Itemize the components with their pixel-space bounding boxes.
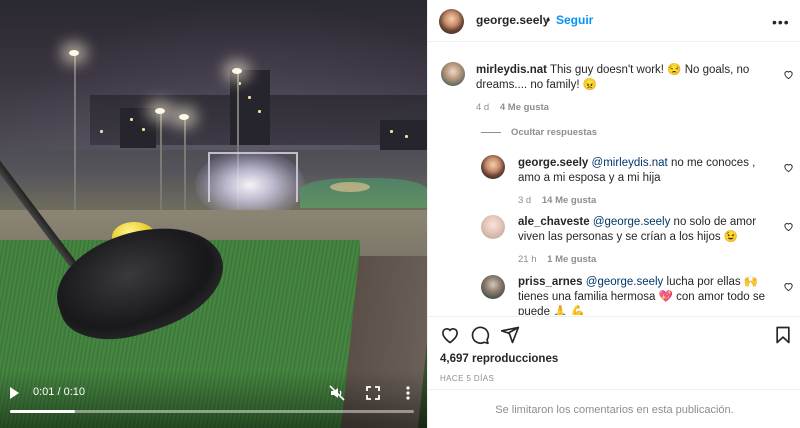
reply-mention[interactable]: @george.seely <box>586 276 664 288</box>
reply-avatar[interactable] <box>481 215 505 239</box>
reply-likes[interactable]: 1 Me gusta <box>547 254 596 265</box>
like-reply-icon[interactable] <box>783 281 794 292</box>
author-username[interactable]: george.seely <box>476 13 549 27</box>
window-light <box>258 110 261 113</box>
reply-avatar[interactable] <box>481 275 505 299</box>
light-pole <box>184 118 186 213</box>
video-timecode: 0:01 / 0:10 <box>33 386 85 398</box>
replies-divider-line <box>481 132 501 133</box>
reply-meta: 3 d 14 Me gusta <box>518 195 596 206</box>
share-paper-plane-icon[interactable] <box>500 325 520 345</box>
window-light <box>130 118 133 121</box>
comment-age: 4 d <box>476 102 490 113</box>
floodlight <box>155 108 165 114</box>
reply-age: 3 d <box>518 195 532 206</box>
reply-username[interactable]: priss_arnes <box>518 276 583 288</box>
comment-body: mirleydis.nat This guy doesn't work! 😒 N… <box>476 63 766 93</box>
follow-button[interactable]: Seguir <box>556 13 593 27</box>
sand-bunker <box>330 182 370 192</box>
window-light <box>142 128 145 131</box>
reply-username[interactable]: george.seely <box>518 157 588 169</box>
reply-meta: 21 h 1 Me gusta <box>518 254 596 265</box>
video-building <box>380 120 427 150</box>
comment-username[interactable]: mirleydis.nat <box>476 64 547 76</box>
reply-body: ale_chaveste @george.seely no solo de am… <box>518 215 770 245</box>
mute-icon[interactable] <box>329 385 345 401</box>
video-building <box>120 108 156 148</box>
window-light <box>405 135 408 138</box>
video-controls <box>0 370 427 428</box>
reply-mention[interactable]: @mirleydis.nat <box>592 157 668 169</box>
like-reply-icon[interactable] <box>783 162 794 173</box>
comments-limited-text: Se limitaron los comentarios en esta pub… <box>495 404 734 416</box>
post-header: george.seely • Seguir ••• <box>428 0 800 42</box>
more-options-icon[interactable]: ••• <box>772 14 790 30</box>
reply-username[interactable]: ale_chaveste <box>518 216 590 228</box>
window-light <box>390 130 393 133</box>
window-light <box>100 130 103 133</box>
commenter-avatar[interactable] <box>441 62 465 86</box>
header-separator: • <box>546 13 551 27</box>
play-icon[interactable] <box>10 387 19 399</box>
post-side-panel: george.seely • Seguir ••• mirleydis.nat … <box>427 0 800 428</box>
floodlight <box>69 50 79 56</box>
floodlight <box>179 114 189 120</box>
post-timestamp: HACE 5 DÍAS <box>440 374 495 383</box>
reply-mention[interactable]: @george.seely <box>593 216 671 228</box>
post-actions <box>428 316 800 352</box>
comments-list: mirleydis.nat This guy doesn't work! 😒 N… <box>428 43 800 315</box>
reply-likes[interactable]: 14 Me gusta <box>542 195 596 206</box>
window-light <box>248 96 251 99</box>
video-more-icon[interactable] <box>400 385 416 401</box>
video-progress-bar[interactable] <box>10 410 414 413</box>
fullscreen-icon[interactable] <box>365 385 381 401</box>
light-pole <box>160 112 162 212</box>
comment-likes[interactable]: 4 Me gusta <box>500 102 549 113</box>
hide-replies-button[interactable]: Ocultar respuestas <box>511 127 597 138</box>
floodlight <box>232 68 242 74</box>
reply-avatar[interactable] <box>481 155 505 179</box>
reply-body: george.seely @mirleydis.nat no me conoce… <box>518 156 770 186</box>
reply-age: 21 h <box>518 254 537 265</box>
post-modal: 0:01 / 0:10 george.seely • Seguir ••• mi… <box>0 0 800 428</box>
comments-limited-notice: Se limitaron los comentarios en esta pub… <box>428 389 800 428</box>
video-building <box>230 70 270 145</box>
like-reply-icon[interactable] <box>783 221 794 232</box>
light-pole <box>74 55 76 220</box>
comment-bubble-icon[interactable] <box>470 325 490 345</box>
author-avatar[interactable] <box>439 9 464 34</box>
save-bookmark-icon[interactable] <box>773 325 793 345</box>
reply-body: priss_arnes @george.seely lucha por ella… <box>518 275 770 315</box>
video-player[interactable]: 0:01 / 0:10 <box>0 0 427 428</box>
like-heart-icon[interactable] <box>440 325 460 345</box>
video-progress-fill <box>10 410 75 413</box>
view-count[interactable]: 4,697 reproducciones <box>440 353 558 365</box>
like-comment-icon[interactable] <box>783 69 794 80</box>
comment-meta: 4 d 4 Me gusta <box>476 102 549 113</box>
